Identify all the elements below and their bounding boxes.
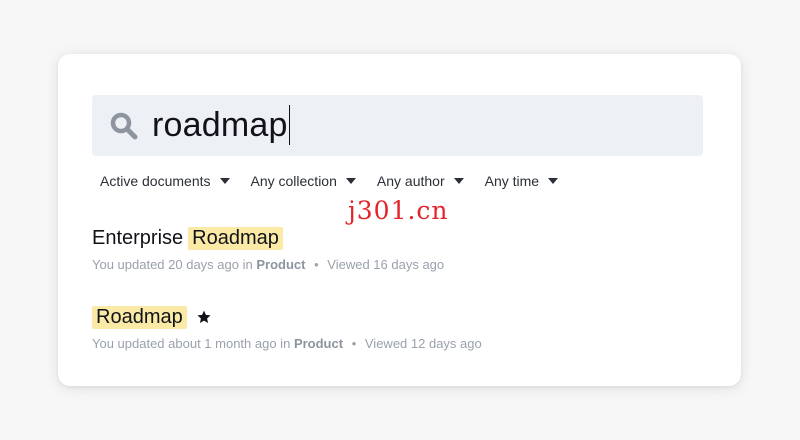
result-collection[interactable]: Product	[256, 257, 305, 272]
text-cursor	[288, 105, 291, 145]
watermark: j301.cn	[348, 196, 449, 225]
result-meta: You updated about 1 month ago in Product…	[92, 336, 482, 351]
meta-separator: •	[351, 336, 357, 351]
caret-down-icon	[548, 178, 559, 184]
filter-bar: Active documents Any collection Any auth…	[100, 171, 579, 191]
search-dialog: roadmap Active documents Any collection …	[58, 54, 741, 386]
caret-down-icon	[453, 178, 464, 184]
caret-down-icon	[219, 178, 230, 184]
result-title-highlight: Roadmap	[188, 226, 283, 250]
search-icon	[110, 112, 138, 140]
filter-time[interactable]: Any time	[484, 171, 559, 191]
search-box[interactable]: roadmap	[92, 95, 703, 156]
search-query: roadmap	[152, 106, 288, 144]
search-result[interactable]: Roadmap You updated about 1 month ago in…	[92, 304, 482, 351]
filter-time-label: Any time	[484, 173, 540, 189]
result-viewed: Viewed 16 days ago	[327, 257, 445, 272]
result-collection[interactable]: Product	[294, 336, 343, 351]
result-title[interactable]: Enterprise Roadmap	[92, 225, 444, 251]
result-updated: You updated 20 days ago in	[92, 257, 253, 272]
filter-collection-label: Any collection	[250, 173, 337, 189]
filter-author[interactable]: Any author	[377, 171, 464, 191]
result-title-prefix: Enterprise	[92, 226, 184, 249]
result-meta: You updated 20 days ago in Product • Vie…	[92, 257, 444, 272]
meta-separator: •	[314, 257, 319, 272]
search-input[interactable]: roadmap	[152, 105, 291, 145]
result-updated: You updated about 1 month ago in	[92, 336, 291, 351]
filter-author-label: Any author	[376, 173, 445, 189]
result-title-highlight: Roadmap	[92, 305, 187, 329]
star-icon[interactable]	[196, 309, 212, 325]
filter-status[interactable]: Active documents	[100, 171, 230, 191]
search-result[interactable]: Enterprise Roadmap You updated 20 days a…	[92, 225, 444, 272]
filter-collection[interactable]: Any collection	[251, 171, 356, 191]
filter-status-label: Active documents	[100, 173, 211, 189]
caret-down-icon	[345, 178, 356, 184]
result-title[interactable]: Roadmap	[92, 304, 482, 330]
result-viewed: Viewed 12 days ago	[364, 336, 482, 351]
